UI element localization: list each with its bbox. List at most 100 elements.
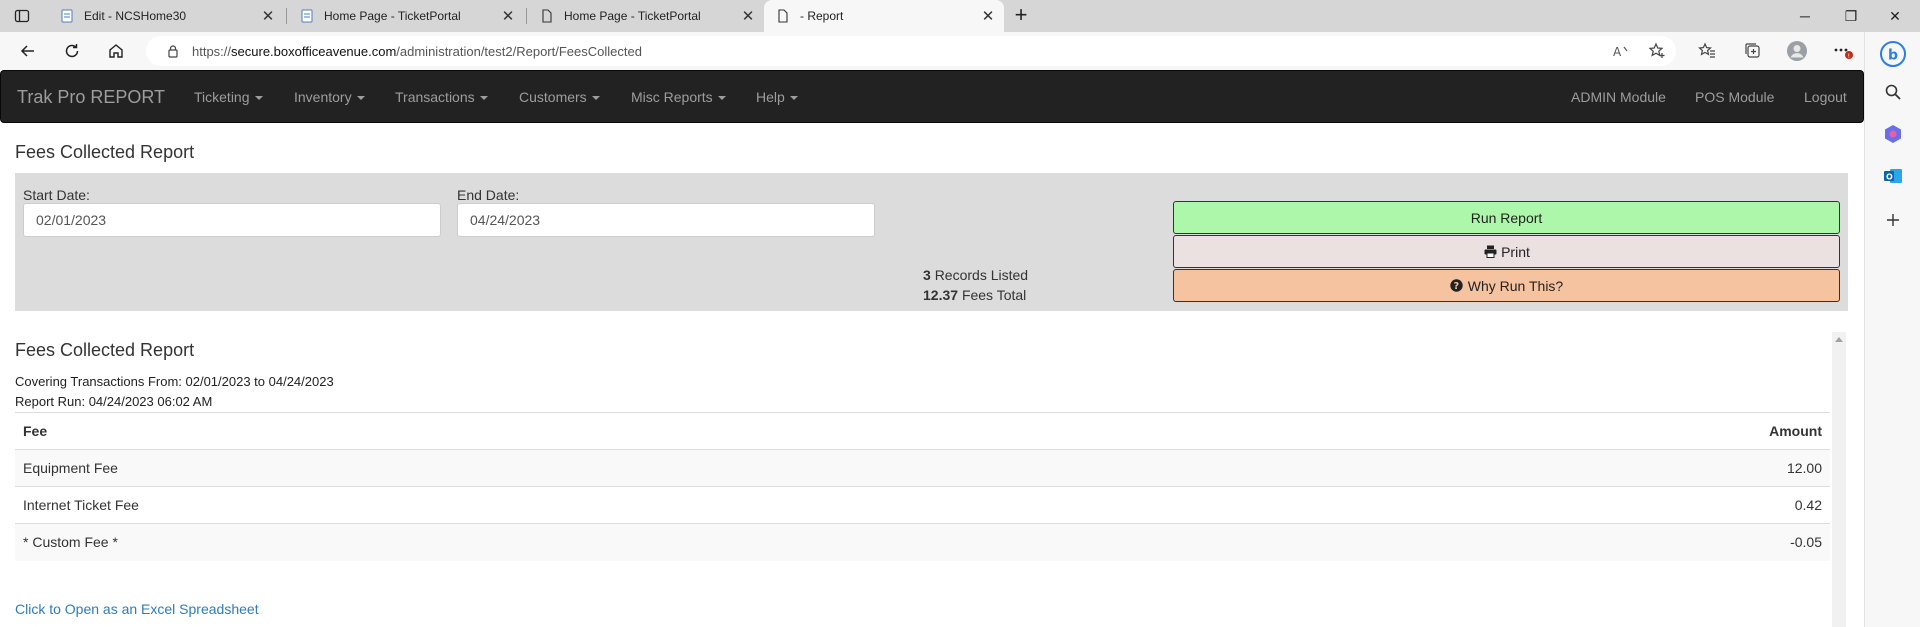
nav-link-admin-module[interactable]: ADMIN Module (1571, 89, 1666, 105)
question-circle-icon: ? (1450, 279, 1464, 293)
print-icon (1483, 245, 1497, 259)
scroll-up-icon[interactable] (1835, 337, 1843, 342)
table-row: Internet Ticket Fee 0.42 (15, 486, 1830, 524)
address-bar[interactable]: https://secure.boxofficeavenue.com/admin… (146, 36, 1676, 66)
fee-amount: 0.42 (1207, 486, 1830, 524)
new-tab-button[interactable]: + (1008, 4, 1034, 28)
fee-amount: -0.05 (1207, 523, 1830, 561)
close-icon[interactable]: ✕ (258, 7, 278, 25)
tab-actions-icon[interactable] (14, 8, 30, 24)
report-covering-dates: Covering Transactions From: 02/01/2023 t… (15, 374, 334, 389)
bing-copilot-icon[interactable]: b (1879, 40, 1907, 68)
search-icon[interactable] (1881, 80, 1905, 104)
end-date-label: End Date: (457, 187, 520, 203)
svg-text:A: A (1613, 45, 1622, 59)
start-date-label: Start Date: (23, 187, 90, 203)
caret-down-icon (254, 96, 263, 101)
fee-name: Internet Ticket Fee (15, 486, 1208, 524)
print-label: Print (1501, 243, 1530, 260)
report-run-time: Report Run: 04/24/2023 06:02 AM (15, 394, 213, 409)
profile-avatar-icon[interactable] (1786, 40, 1808, 62)
minimize-icon[interactable]: ─ (1790, 4, 1820, 28)
column-header-fee: Fee (15, 412, 1208, 450)
fees-table: Fee Amount Equipment Fee 12.00 Internet … (15, 412, 1830, 561)
nav-menu-transactions[interactable]: Transactions (395, 89, 488, 105)
outlook-icon[interactable]: O (1881, 164, 1905, 188)
back-icon[interactable] (16, 39, 40, 63)
report-scrollbar[interactable] (1832, 332, 1846, 627)
report-filter-panel: Start Date: 02/01/2023 End Date: 04/24/2… (15, 173, 1848, 311)
lock-icon[interactable] (166, 44, 180, 58)
url-text: https://secure.boxofficeavenue.com/admin… (192, 43, 642, 59)
nav-menu-label: Ticketing (194, 89, 250, 105)
nav-menu-ticketing[interactable]: Ticketing (194, 89, 263, 105)
nav-menu-customers[interactable]: Customers (519, 89, 600, 105)
fee-amount: 12.00 (1207, 449, 1830, 487)
app-navbar: Trak Pro REPORT Ticketing Inventory Tran… (0, 70, 1864, 123)
column-header-amount: Amount (1207, 412, 1830, 450)
end-date-input[interactable]: 04/24/2023 (457, 203, 875, 237)
browser-toolbar: https://secure.boxofficeavenue.com/admin… (0, 32, 1920, 70)
favorites-icon[interactable] (1696, 40, 1718, 62)
page-icon (540, 9, 554, 23)
favorite-add-icon[interactable] (1646, 40, 1668, 62)
svg-text:!: ! (1848, 53, 1850, 60)
refresh-icon[interactable] (60, 39, 84, 63)
nav-menu-label: Inventory (294, 89, 352, 105)
close-icon[interactable]: ✕ (978, 7, 998, 25)
close-icon[interactable]: ✕ (738, 7, 758, 25)
nav-menu-inventory[interactable]: Inventory (294, 89, 365, 105)
tab-title: Home Page - TicketPortal (324, 9, 461, 23)
browser-tab-4[interactable]: - Report ✕ (764, 0, 1004, 32)
document-icon (300, 9, 314, 23)
tab-title: - Report (800, 9, 844, 23)
brand-link[interactable]: Trak Pro REPORT (17, 87, 165, 108)
more-menu-icon[interactable]: ! (1832, 40, 1854, 62)
nav-link-logout[interactable]: Logout (1804, 89, 1847, 105)
read-aloud-icon[interactable]: A (1610, 40, 1632, 62)
home-icon[interactable] (104, 39, 128, 63)
report-title: Fees Collected Report (15, 340, 195, 360)
why-run-this-label: Why Run This? (1467, 277, 1564, 294)
nav-link-pos-module[interactable]: POS Module (1695, 89, 1774, 105)
why-run-this-button[interactable]: ? Why Run This? (1173, 269, 1840, 302)
close-icon[interactable]: ✕ (498, 7, 518, 25)
document-icon (60, 9, 74, 23)
fee-name: Equipment Fee (15, 449, 1208, 487)
page-title: Fees Collected Report (15, 142, 195, 162)
svg-text:b: b (1888, 48, 1898, 64)
fees-total: 12.37 Fees Total (923, 287, 1027, 303)
nav-menu-misc-reports[interactable]: Misc Reports (631, 89, 726, 105)
nav-menu-label: Misc Reports (631, 89, 713, 105)
add-icon[interactable] (1881, 208, 1905, 232)
nav-menu-help[interactable]: Help (756, 89, 798, 105)
restore-icon[interactable]: ❐ (1836, 4, 1866, 28)
browser-tab-1[interactable]: Edit - NCSHome30 ✕ (48, 0, 284, 32)
tab-title: Edit - NCSHome30 (84, 9, 187, 23)
report-summary: 3 Records Listed 12.37 Fees Total (923, 265, 1028, 305)
tools-icon[interactable] (1881, 122, 1905, 146)
tab-title: Home Page - TicketPortal (564, 9, 701, 23)
browser-tab-2[interactable]: Home Page - TicketPortal ✕ (288, 0, 524, 32)
window-close-icon[interactable]: ✕ (1880, 4, 1910, 28)
nav-menu-label: Transactions (395, 89, 475, 105)
caret-down-icon (479, 96, 488, 101)
caret-down-icon (717, 96, 726, 101)
browser-tab-strip: Edit - NCSHome30 ✕ Home Page - TicketPor… (0, 0, 1920, 32)
caret-down-icon (591, 96, 600, 101)
tab-divider (286, 8, 287, 24)
print-button[interactable]: Print (1173, 235, 1840, 268)
run-report-button[interactable]: Run Report (1173, 201, 1840, 234)
start-date-input[interactable]: 02/01/2023 (23, 203, 441, 237)
collections-icon[interactable] (1742, 40, 1764, 62)
excel-export-link[interactable]: Click to Open as an Excel Spreadsheet (15, 601, 259, 617)
svg-text:?: ? (1454, 281, 1460, 292)
nav-menu-label: Help (756, 89, 785, 105)
page-content: Trak Pro REPORT Ticketing Inventory Tran… (0, 70, 1864, 627)
svg-text:O: O (1886, 173, 1893, 182)
caret-down-icon (356, 96, 365, 101)
browser-tab-3[interactable]: Home Page - TicketPortal ✕ (528, 0, 764, 32)
table-row: Equipment Fee 12.00 (15, 449, 1830, 487)
run-report-label: Run Report (1470, 209, 1543, 226)
table-header-row: Fee Amount (15, 412, 1830, 450)
